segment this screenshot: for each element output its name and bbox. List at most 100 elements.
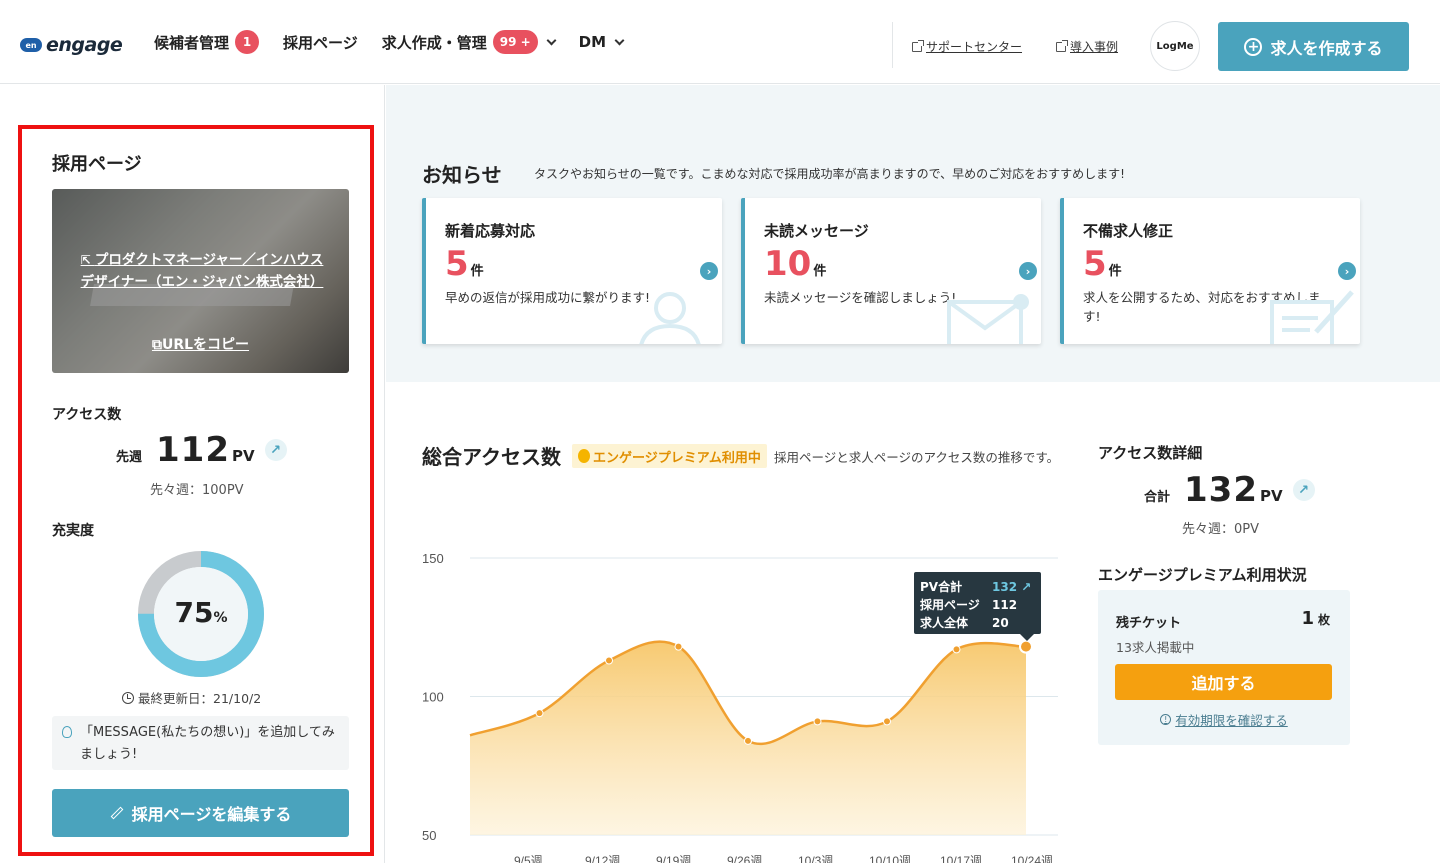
notice-title: お知らせ [422, 163, 502, 187]
tooltip-label: 求人全体 [920, 616, 969, 630]
data-point[interactable] [813, 717, 822, 726]
x-tick-label: 10/17週 [940, 854, 982, 863]
card-count-unit: 件 [1108, 264, 1122, 279]
nav-dm[interactable]: DM [579, 33, 625, 51]
access-prev: 先々週：0PV [1182, 522, 1260, 537]
chevron-right-icon: › [700, 262, 718, 280]
tooltip-label: 採用ページ [920, 598, 980, 612]
logo-mark: en [20, 38, 42, 52]
data-point[interactable] [744, 736, 752, 745]
tooltip-row: 採用ページ 112 [920, 596, 1035, 614]
fulfillment-percent: 75% [137, 596, 265, 629]
recruit-page-thumbnail: ⇱ プロダクトマネージャー／インハウスデザイナー（エン・ジャパン株式会社） ⧉U… [52, 189, 349, 373]
card-count-value: 5 [1083, 244, 1107, 284]
last-updated: 最終更新日：21/10/2 [122, 688, 261, 707]
case-studies-link[interactable]: 導入事例 [1056, 38, 1118, 55]
trend-up-icon[interactable]: ↗ [1292, 479, 1315, 501]
tooltip-value: 112 [992, 598, 1018, 612]
chevron-down-icon [614, 35, 625, 45]
card-count: 10 件 [764, 244, 826, 284]
info-icon: ! [1160, 714, 1172, 725]
access-total: 合計 132 PV ↗ [1144, 470, 1315, 510]
add-ticket-button[interactable]: 追加する [1115, 664, 1332, 700]
fulfillment-value: 75 [174, 596, 214, 629]
external-link-icon [912, 39, 924, 52]
external-link-icon: ⇱ [80, 253, 95, 267]
notice-card-job-fixes[interactable]: 不備求人修正 5 件 求人を公開するため、対応をおすすめします! › [1060, 198, 1360, 344]
fulfillment-unit: % [213, 610, 228, 626]
recruit-page-link[interactable]: ⇱ プロダクトマネージャー／インハウスデザイナー（エン・ジャパン株式会社） [74, 249, 330, 293]
nav-recruit-page[interactable]: 採用ページ [283, 32, 358, 53]
data-point[interactable] [535, 709, 544, 718]
total-value: 132 [1184, 470, 1258, 510]
notice-card-unread-messages[interactable]: 未読メッセージ 10 件 未読メッセージを確認しましょう! › [741, 198, 1041, 344]
users-icon [639, 292, 701, 344]
last-week-label: 先週 [116, 450, 143, 465]
card-count-value: 10 [764, 244, 812, 284]
data-point[interactable] [605, 656, 613, 665]
top-header: en engage 候補者管理 1 採用ページ 求人作成・管理 99 + DM … [0, 0, 1440, 84]
recruit-page-link-text: プロダクトマネージャー／インハウスデザイナー（エン・ジャパン株式会社） [80, 252, 324, 290]
data-point[interactable] [883, 717, 891, 726]
x-tick-label: 9/5週 [514, 854, 543, 863]
nav-jobs[interactable]: 求人作成・管理 99 + [381, 30, 557, 54]
external-link-icon [1056, 39, 1068, 52]
copy-url-button[interactable]: ⧉URLをコピー [52, 334, 349, 354]
notice-card-new-applications[interactable]: 新着応募対応 5 件 早めの返信が採用成功に繋がります! › [422, 198, 722, 344]
jobs-count-badge: 99 + [492, 30, 538, 54]
data-point[interactable] [674, 642, 683, 651]
x-tick-label: 10/10週 [869, 854, 911, 863]
nav-jobs-label: 求人作成・管理 [381, 33, 487, 52]
card-count-value: 5 [445, 244, 469, 284]
card-title: 未読メッセージ [764, 222, 869, 240]
y-tick-label: 150 [422, 551, 444, 566]
tooltip-row: 求人全体 20 [920, 614, 1035, 632]
engage-logo[interactable]: en engage [20, 34, 123, 56]
premium-badge-label: エンゲージプレミアム利用中 [593, 450, 761, 466]
create-job-label: 求人を作成する [1270, 38, 1383, 58]
data-point[interactable] [952, 645, 961, 654]
card-title: 不備求人修正 [1083, 222, 1174, 240]
trend-up-icon[interactable]: ↗ [264, 439, 287, 461]
logme-button[interactable]: LogMe [1150, 21, 1200, 71]
notice-subtitle: タスクやお知らせの一覧です。こまめな対応で採用成功率が高まりますので、早めのご対… [534, 167, 1125, 181]
card-count-unit: 件 [470, 264, 484, 279]
card-count-unit: 件 [813, 264, 827, 279]
tooltip-row: PV合計 132 ↗ [920, 578, 1035, 596]
total-label: 合計 [1144, 490, 1171, 505]
chevron-right-icon: › [1338, 262, 1356, 280]
edit-document-icon [1270, 290, 1354, 344]
ticket-label: 残チケット [1116, 616, 1182, 631]
last-week-pv: 先週 112 PV ↗ [116, 430, 287, 470]
card-count: 5 件 [445, 244, 484, 284]
improvement-tip: 「MESSAGE(私たちの想い)」を追加してみましょう! [52, 716, 349, 770]
nav-candidates-label: 候補者管理 [154, 33, 230, 52]
x-tick-label: 10/3週 [798, 854, 833, 863]
edit-recruit-page-label: 採用ページを編集する [131, 805, 292, 824]
premium-usage-title: エンゲージプレミアム利用状況 [1098, 566, 1307, 584]
medal-icon [578, 449, 590, 463]
data-point[interactable] [1019, 639, 1033, 654]
x-tick-label: 9/12週 [585, 854, 620, 863]
support-center-label: サポートセンター [926, 40, 1023, 54]
recruit-page-title: 採用ページ [52, 154, 142, 175]
card-count: 5 件 [1083, 244, 1122, 284]
support-center-link[interactable]: サポートセンター [912, 38, 1022, 55]
tip-text: 「MESSAGE(私たちの想い)」を追加してみましょう! [80, 725, 335, 762]
tooltip-value: 132 ↗ [992, 580, 1032, 594]
copy-url-label: URLをコピー [161, 337, 250, 353]
pv-value: 112 [156, 430, 230, 470]
create-job-button[interactable]: + 求人を作成する [1218, 22, 1409, 71]
nav-recruit-page-label: 採用ページ [283, 33, 358, 52]
edit-recruit-page-button[interactable]: 採用ページを編集する [52, 789, 349, 837]
nav-candidates[interactable]: 候補者管理 1 [154, 30, 260, 54]
x-tick-label: 10/24週 [1011, 854, 1053, 863]
check-expiry-label: 有効期限を確認する [1175, 713, 1288, 728]
pv-unit: PV [232, 447, 255, 465]
check-expiry-link[interactable]: ! 有効期限を確認する [1098, 710, 1350, 729]
y-tick-label: 50 [422, 828, 436, 843]
total-access-title: 総合アクセス数 [422, 445, 561, 469]
total-unit: PV [1260, 487, 1283, 505]
header-divider [892, 22, 893, 68]
candidates-count-badge: 1 [235, 30, 260, 54]
